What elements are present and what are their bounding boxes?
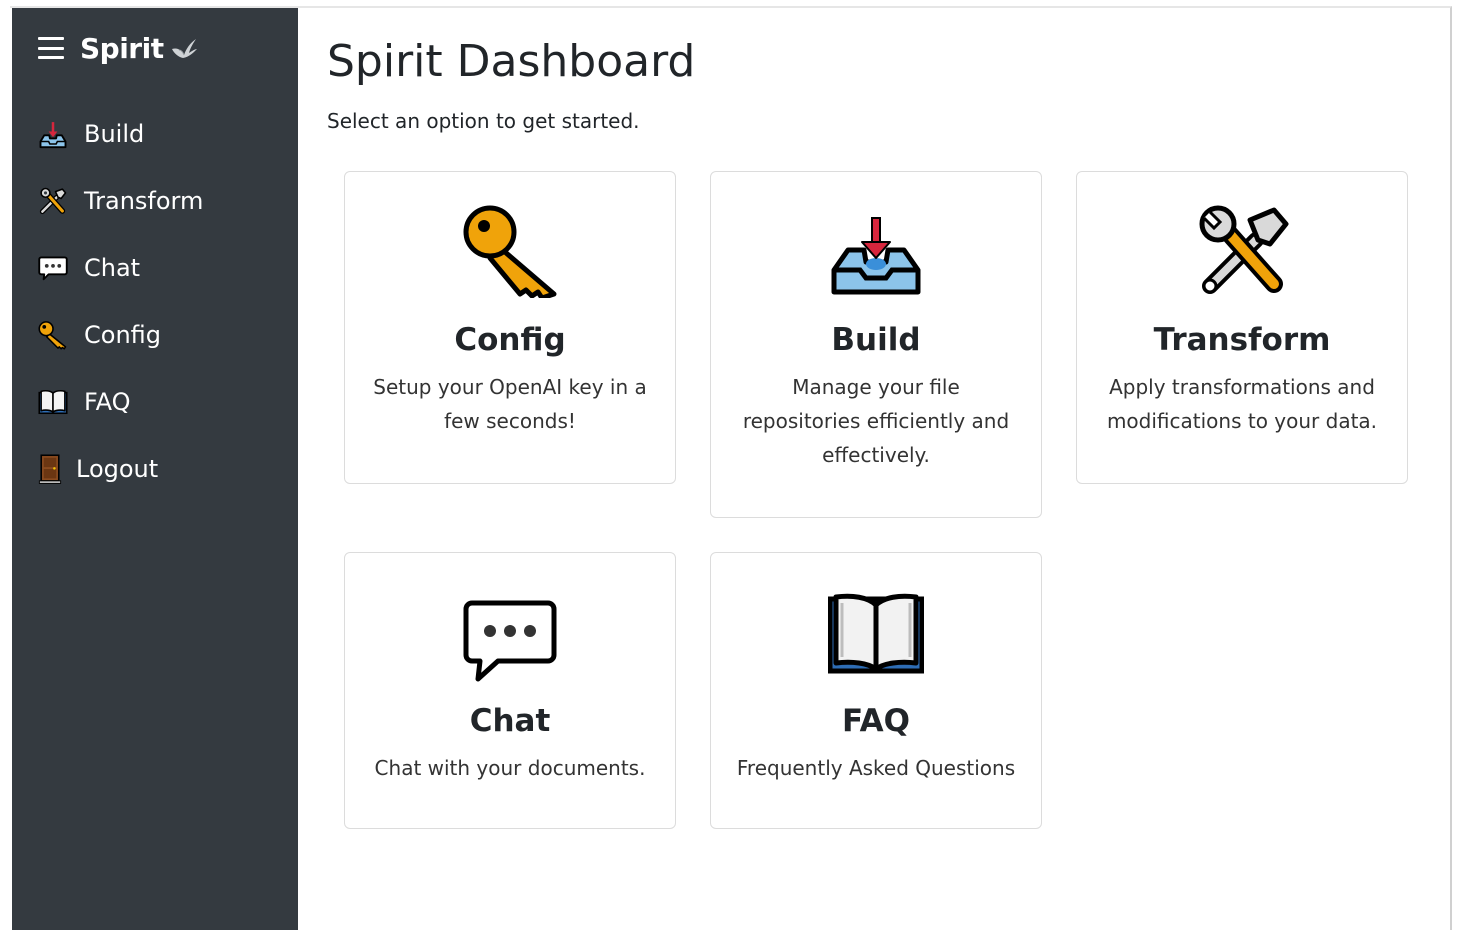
sidebar-item-label: Build (84, 119, 145, 148)
card-transform[interactable]: Transform Apply transformations and modi… (1076, 171, 1408, 484)
hamburger-menu-icon[interactable] (38, 37, 64, 59)
hammer-and-wrench-icon (1199, 205, 1289, 294)
card-title: Chat (469, 703, 551, 739)
sidebar-item-label: Logout (76, 454, 159, 483)
sidebar-item-label: Chat (84, 253, 141, 282)
sidebar-item-faq[interactable]: FAQ (38, 368, 288, 435)
key-icon (463, 205, 557, 298)
card-description: Chat with your documents. (374, 756, 646, 780)
sidebar-item-config[interactable]: Config (38, 301, 288, 368)
sidebar-item-label: FAQ (84, 387, 131, 416)
sidebar-item-label: Transform (84, 186, 204, 215)
sidebar-item-logout[interactable]: Logout (38, 435, 288, 502)
card-faq[interactable]: FAQ Frequently Asked Questions (710, 552, 1042, 829)
card-title: Config (454, 322, 566, 358)
brand: Spirit (38, 28, 198, 68)
speech-balloon-icon (463, 600, 557, 682)
card-title: Build (831, 322, 921, 358)
sidebar-item-transform[interactable]: Transform (38, 167, 288, 234)
card-description: Manage your file repositories efficientl… (742, 375, 1010, 467)
card-description: Apply transformations and modifications … (1106, 375, 1378, 433)
card-description: Frequently Asked Questions (736, 756, 1016, 780)
card-description: Setup your OpenAI key in a few seconds! (373, 375, 647, 433)
key-icon (38, 320, 68, 350)
open-book-icon (38, 387, 68, 417)
open-book-icon (828, 593, 924, 674)
sidebar-item-chat[interactable]: Chat (38, 234, 288, 301)
sidebar-item-build[interactable]: Build (38, 100, 288, 167)
page-title: Spirit Dashboard (327, 36, 696, 87)
inbox-tray-icon (38, 119, 68, 149)
card-config[interactable]: Config Setup your OpenAI key in a few se… (344, 171, 676, 484)
sidebar: Spirit Build Transform Chat Config FAQ L… (12, 8, 298, 930)
sidebar-nav: Build Transform Chat Config FAQ Logout (38, 100, 288, 502)
sidebar-item-label: Config (84, 320, 162, 349)
speech-balloon-icon (38, 253, 68, 283)
hammer-and-wrench-icon (38, 186, 68, 216)
brand-name: Spirit (80, 31, 164, 65)
door-icon (38, 453, 62, 484)
card-build[interactable]: Build Manage your file repositories effi… (710, 171, 1042, 518)
card-title: FAQ (842, 703, 910, 739)
card-title: Transform (1153, 322, 1331, 358)
page-subtitle: Select an option to get started. (327, 109, 640, 133)
card-chat[interactable]: Chat Chat with your documents. (344, 552, 676, 829)
main-content: Spirit Dashboard Select an option to get… (327, 30, 1427, 136)
inbox-tray-icon (831, 217, 921, 295)
dove-icon (171, 39, 197, 58)
